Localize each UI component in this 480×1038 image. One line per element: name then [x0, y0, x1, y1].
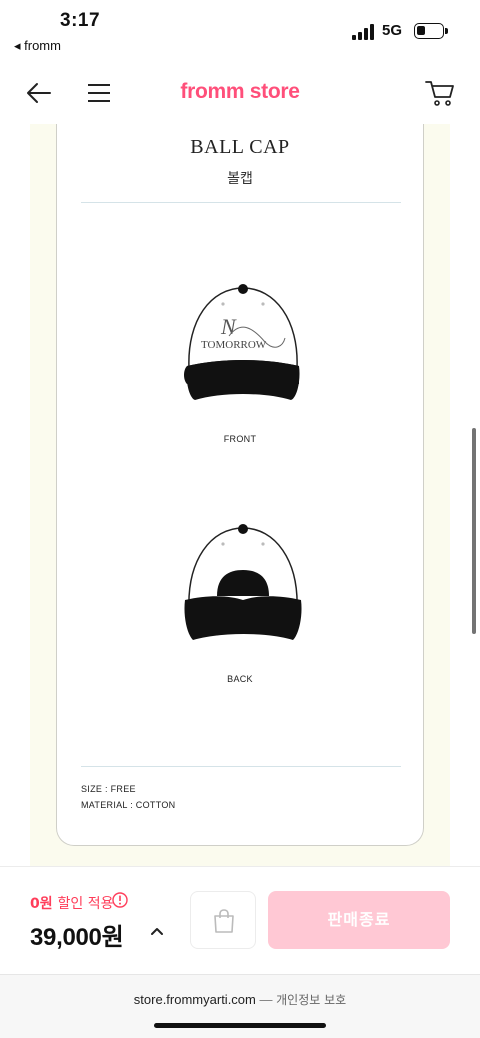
app-header: fromm store — [0, 62, 480, 124]
shopping-bag-icon — [214, 909, 234, 933]
add-to-bag-button[interactable] — [190, 891, 256, 949]
url-bar[interactable]: store.frommyarti.com — 개인정보 보호 — [0, 991, 480, 1008]
info-icon[interactable] — [112, 892, 128, 908]
back-label: BACK — [227, 674, 253, 684]
product-title: BALL CAP — [190, 136, 290, 158]
chevron-up-icon[interactable] — [148, 922, 166, 940]
browser-footer: store.frommyarti.com — 개인정보 보호 — [0, 974, 480, 1038]
front-label: FRONT — [223, 434, 257, 444]
size-spec: SIZE : FREE — [81, 784, 136, 794]
cart-icon[interactable] — [424, 78, 456, 108]
home-indicator[interactable] — [154, 1023, 326, 1028]
discount-info: 0원 할인 적용 — [30, 893, 113, 913]
signal-icon — [352, 24, 374, 40]
divider — [81, 202, 401, 203]
status-time: 3:17 — [60, 10, 101, 31]
discount-amount: 0원 — [30, 896, 53, 912]
page: 3:17 ◂ fromm 5G fromm store BALL CAP 볼캡 — [0, 0, 480, 1038]
purchase-bar: 0원 할인 적용 39,000원 판매종료 — [0, 866, 480, 974]
url-separator: — — [259, 992, 273, 1007]
sold-out-button[interactable]: 판매종료 — [268, 891, 450, 949]
price: 39,000원 — [30, 924, 124, 951]
page-scrollbar[interactable] — [472, 428, 476, 634]
cap-logo-text: TOMORROW — [201, 339, 267, 351]
product-detail-card: BALL CAP 볼캡 N TOMORROW FRONT BACK SIZE :… — [56, 124, 424, 846]
material-spec: MATERIAL : COTTON — [81, 800, 176, 810]
discount-text: 할인 적용 — [57, 896, 114, 912]
network-type: 5G — [382, 22, 403, 39]
status-bar: 3:17 ◂ fromm 5G — [0, 0, 480, 62]
divider — [81, 766, 401, 767]
svg-text:N: N — [220, 314, 237, 339]
privacy-label: 개인정보 보호 — [276, 993, 347, 1007]
url-text: store.frommyarti.com — [133, 992, 256, 1007]
cap-front-image: N TOMORROW — [184, 284, 300, 400]
brand-logo[interactable]: fromm store — [0, 80, 480, 104]
battery-icon — [414, 23, 448, 39]
back-to-app-link[interactable]: ◂ fromm — [14, 38, 61, 54]
cap-back-image — [184, 524, 302, 640]
product-subtitle: 볼캡 — [227, 171, 253, 187]
